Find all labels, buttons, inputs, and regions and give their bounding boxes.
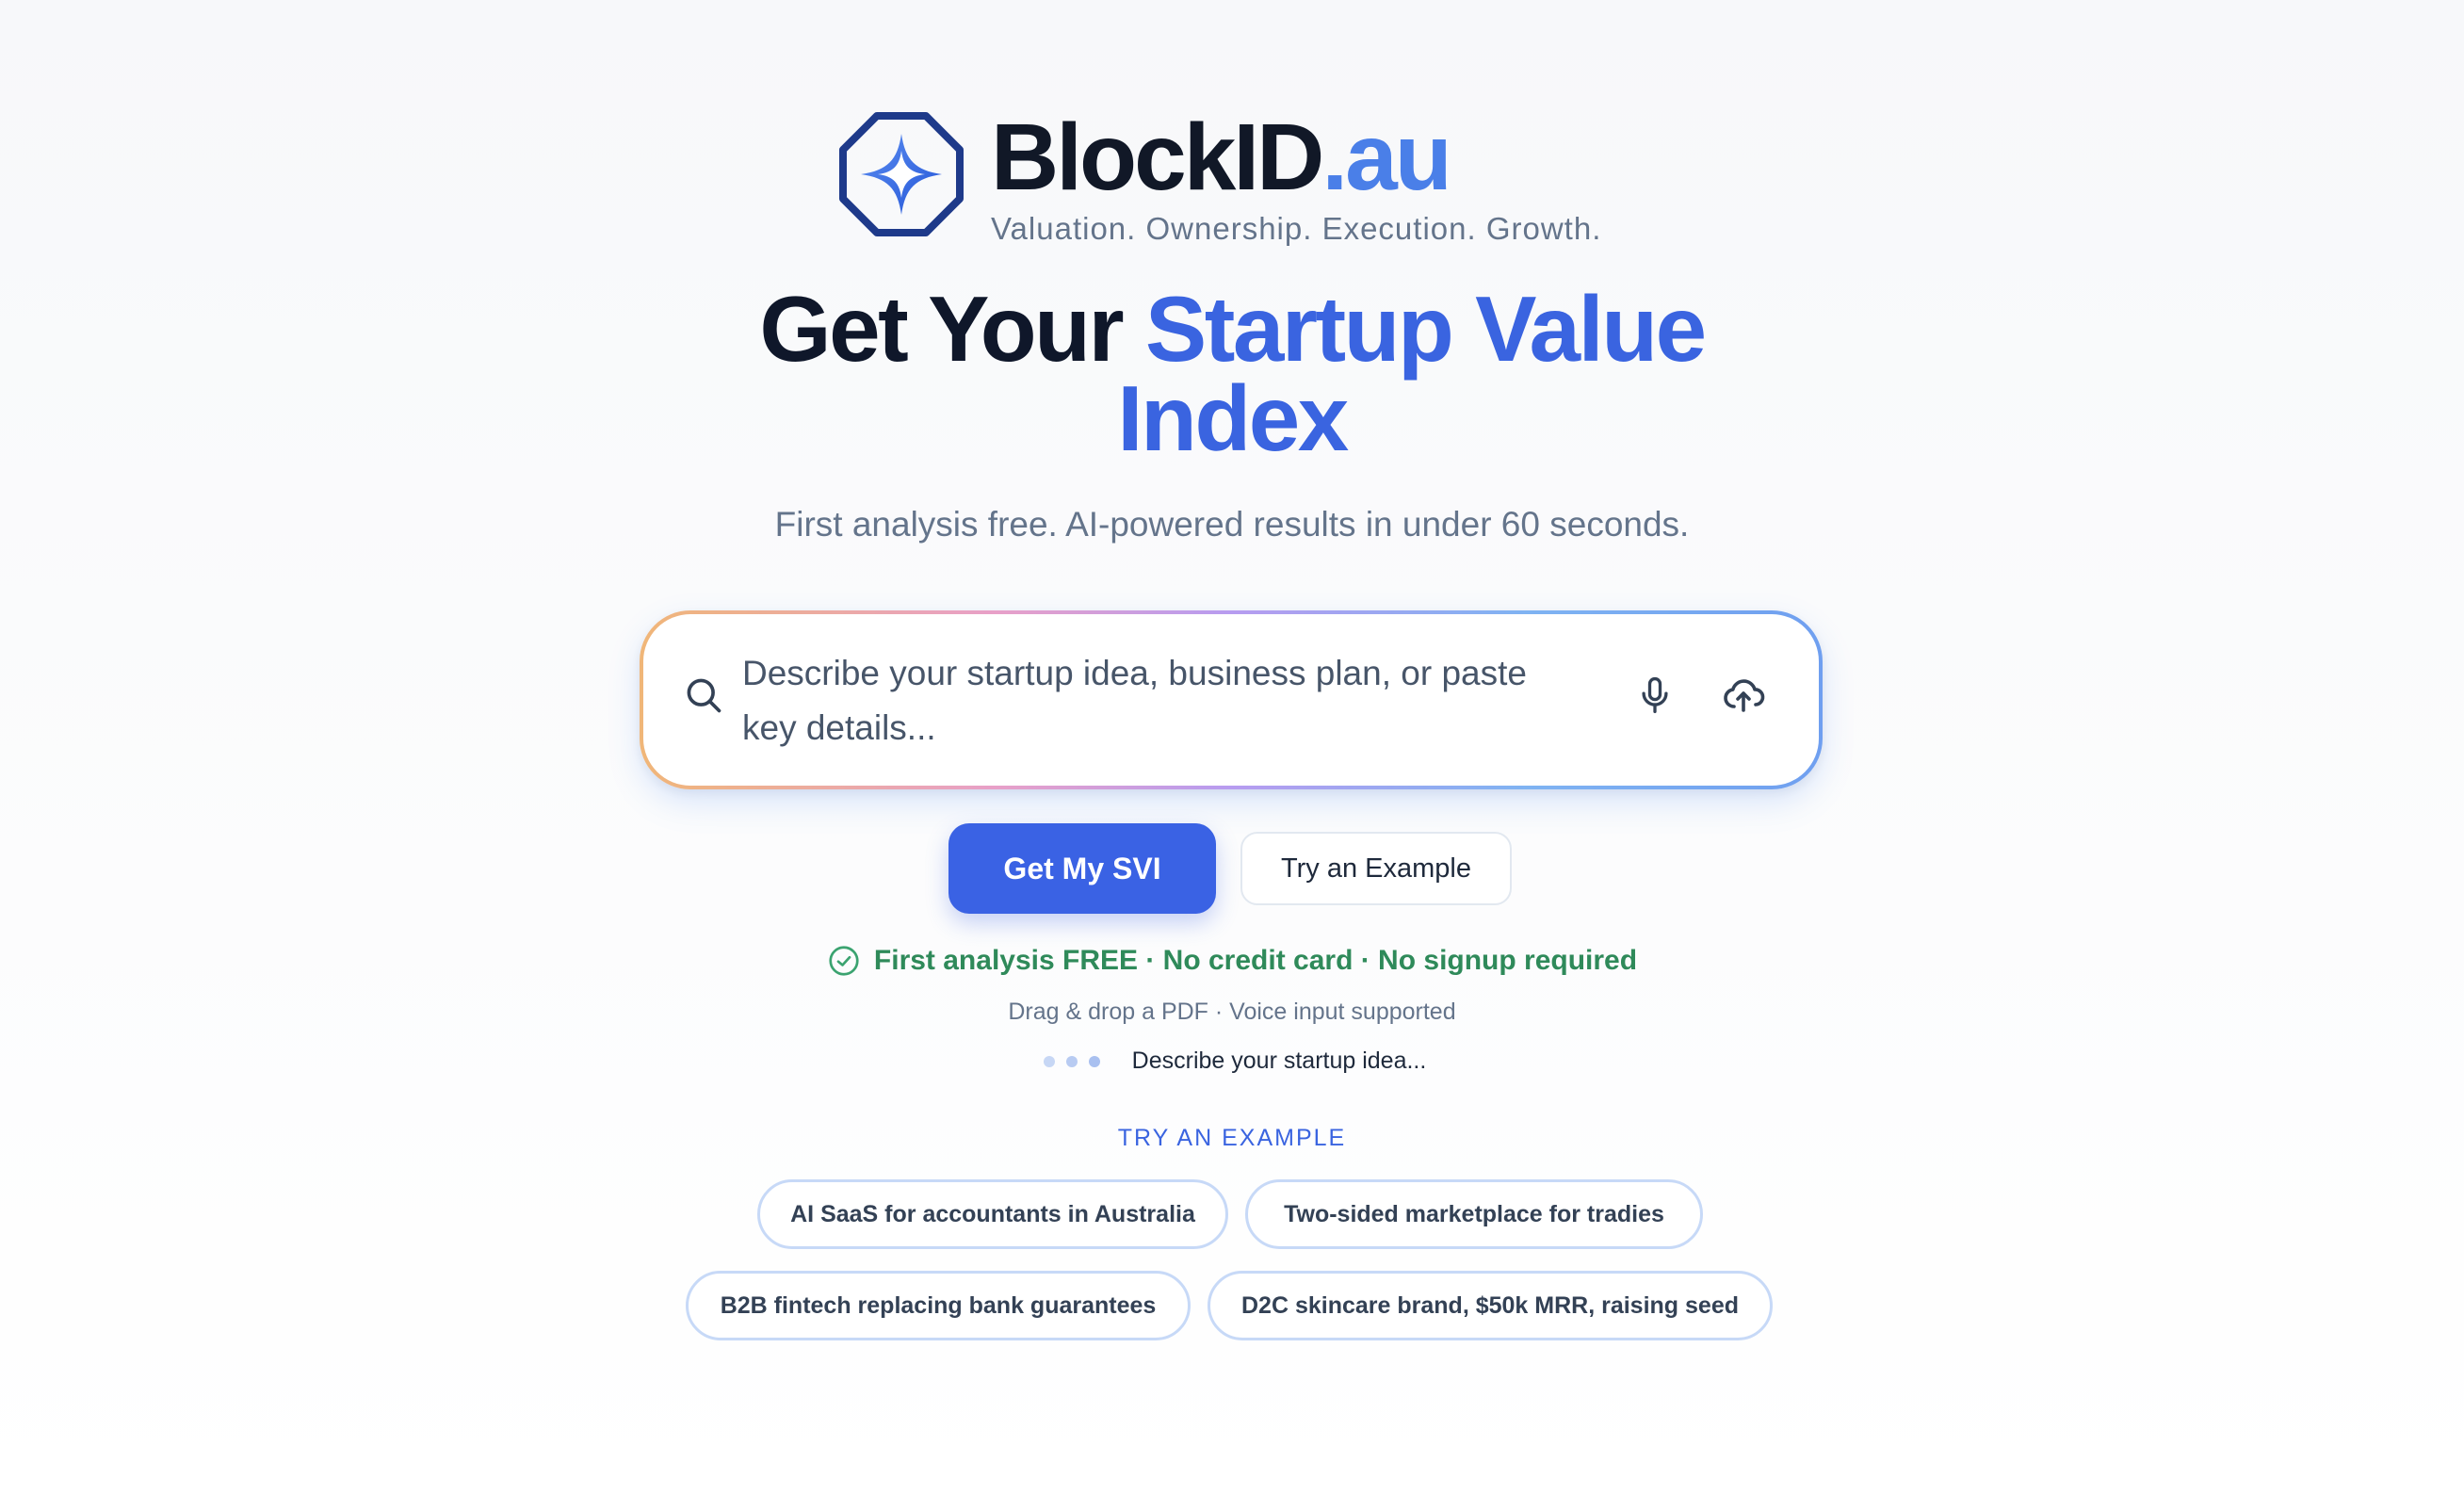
free-analysis-text: First analysis FREE · No credit card · N… [873, 945, 1638, 976]
example-chip[interactable]: Two-sided marketplace for tradies [1245, 1179, 1703, 1249]
example-chip[interactable]: D2C skincare brand, $50k MRR, raising se… [1208, 1271, 1773, 1340]
cloud-upload-icon[interactable] [1721, 673, 1766, 718]
free-analysis-note: First analysis FREE · No credit card · N… [0, 944, 2464, 978]
brand-name-tld: .au [1321, 105, 1451, 210]
example-chip[interactable]: B2B fintech replacing bank guarantees [686, 1271, 1191, 1340]
search-input[interactable]: Describe your startup idea, business pla… [742, 646, 1590, 755]
search-icon [687, 678, 721, 713]
drag-drop-note: Drag & drop a PDF · Voice input supporte… [1008, 999, 1456, 1025]
try-an-example-button[interactable]: Try an Example [1240, 832, 1512, 905]
search-box-inner: Describe your startup idea, business pla… [643, 614, 1819, 786]
brand-name-main: BlockID [991, 105, 1324, 210]
get-my-svi-button[interactable]: Get My SVI [948, 823, 1216, 914]
brand-header: BlockID.au Valuation. Ownership. Executi… [838, 106, 1601, 247]
typing-dots-icon [1038, 1055, 1106, 1067]
page-subtitle: First analysis free. AI-powered results … [774, 505, 1690, 544]
search-box: Describe your startup idea, business pla… [640, 610, 1823, 789]
title-part-3: Index [1117, 366, 1349, 470]
typing-text: Describe your startup idea... [1131, 1047, 1427, 1074]
examples-heading: TRY AN EXAMPLE [1117, 1125, 1347, 1151]
title-part-1: Get Your [759, 277, 1145, 381]
page-title: Get Your Startup Value Index [0, 283, 2464, 464]
typing-indicator: Describe your startup idea... [0, 1047, 2464, 1075]
example-chip[interactable]: AI SaaS for accountants in Australia [757, 1179, 1228, 1249]
landing-page: BlockID.au Valuation. Ownership. Executi… [0, 0, 2464, 1494]
title-part-2: Startup Value [1144, 277, 1707, 381]
check-circle-icon [829, 946, 859, 976]
sparkle-octagon-icon [839, 112, 964, 236]
typing-dot [1043, 1055, 1055, 1067]
typing-dot [1065, 1055, 1078, 1067]
brand-name: BlockID.au [991, 106, 1601, 209]
brand-tagline: Valuation. Ownership. Execution. Growth. [991, 211, 1602, 246]
brand-text: BlockID.au Valuation. Ownership. Executi… [991, 106, 1601, 247]
microphone-icon[interactable] [1634, 674, 1676, 716]
typing-dot [1088, 1055, 1100, 1067]
